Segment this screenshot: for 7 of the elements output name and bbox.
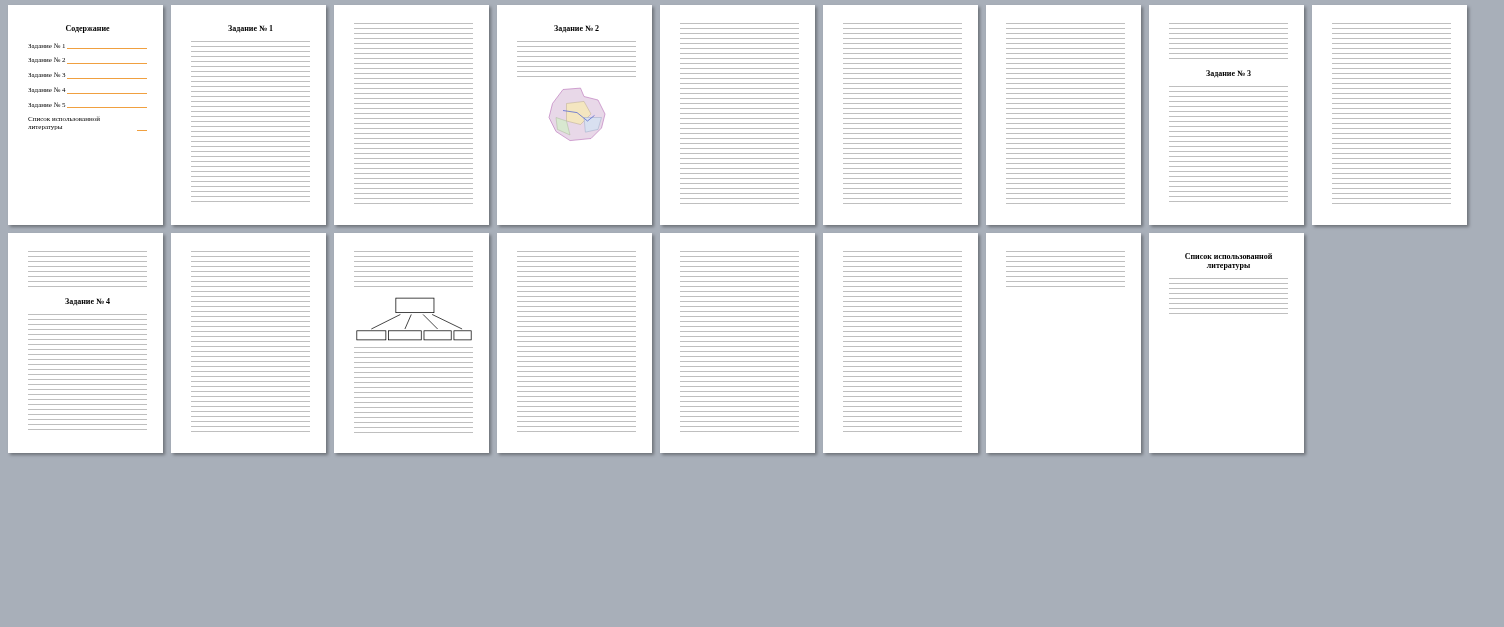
section-heading: Задание № 4 (63, 298, 112, 307)
section-heading: Задание № 3 (1204, 70, 1253, 79)
section-heading: Список использованной литературы (1183, 253, 1274, 271)
section-heading: Задание № 2 (552, 25, 601, 34)
section-heading: Содержание (64, 25, 111, 34)
section-heading: Задание № 1 (226, 25, 275, 34)
leader-line (137, 129, 147, 131)
